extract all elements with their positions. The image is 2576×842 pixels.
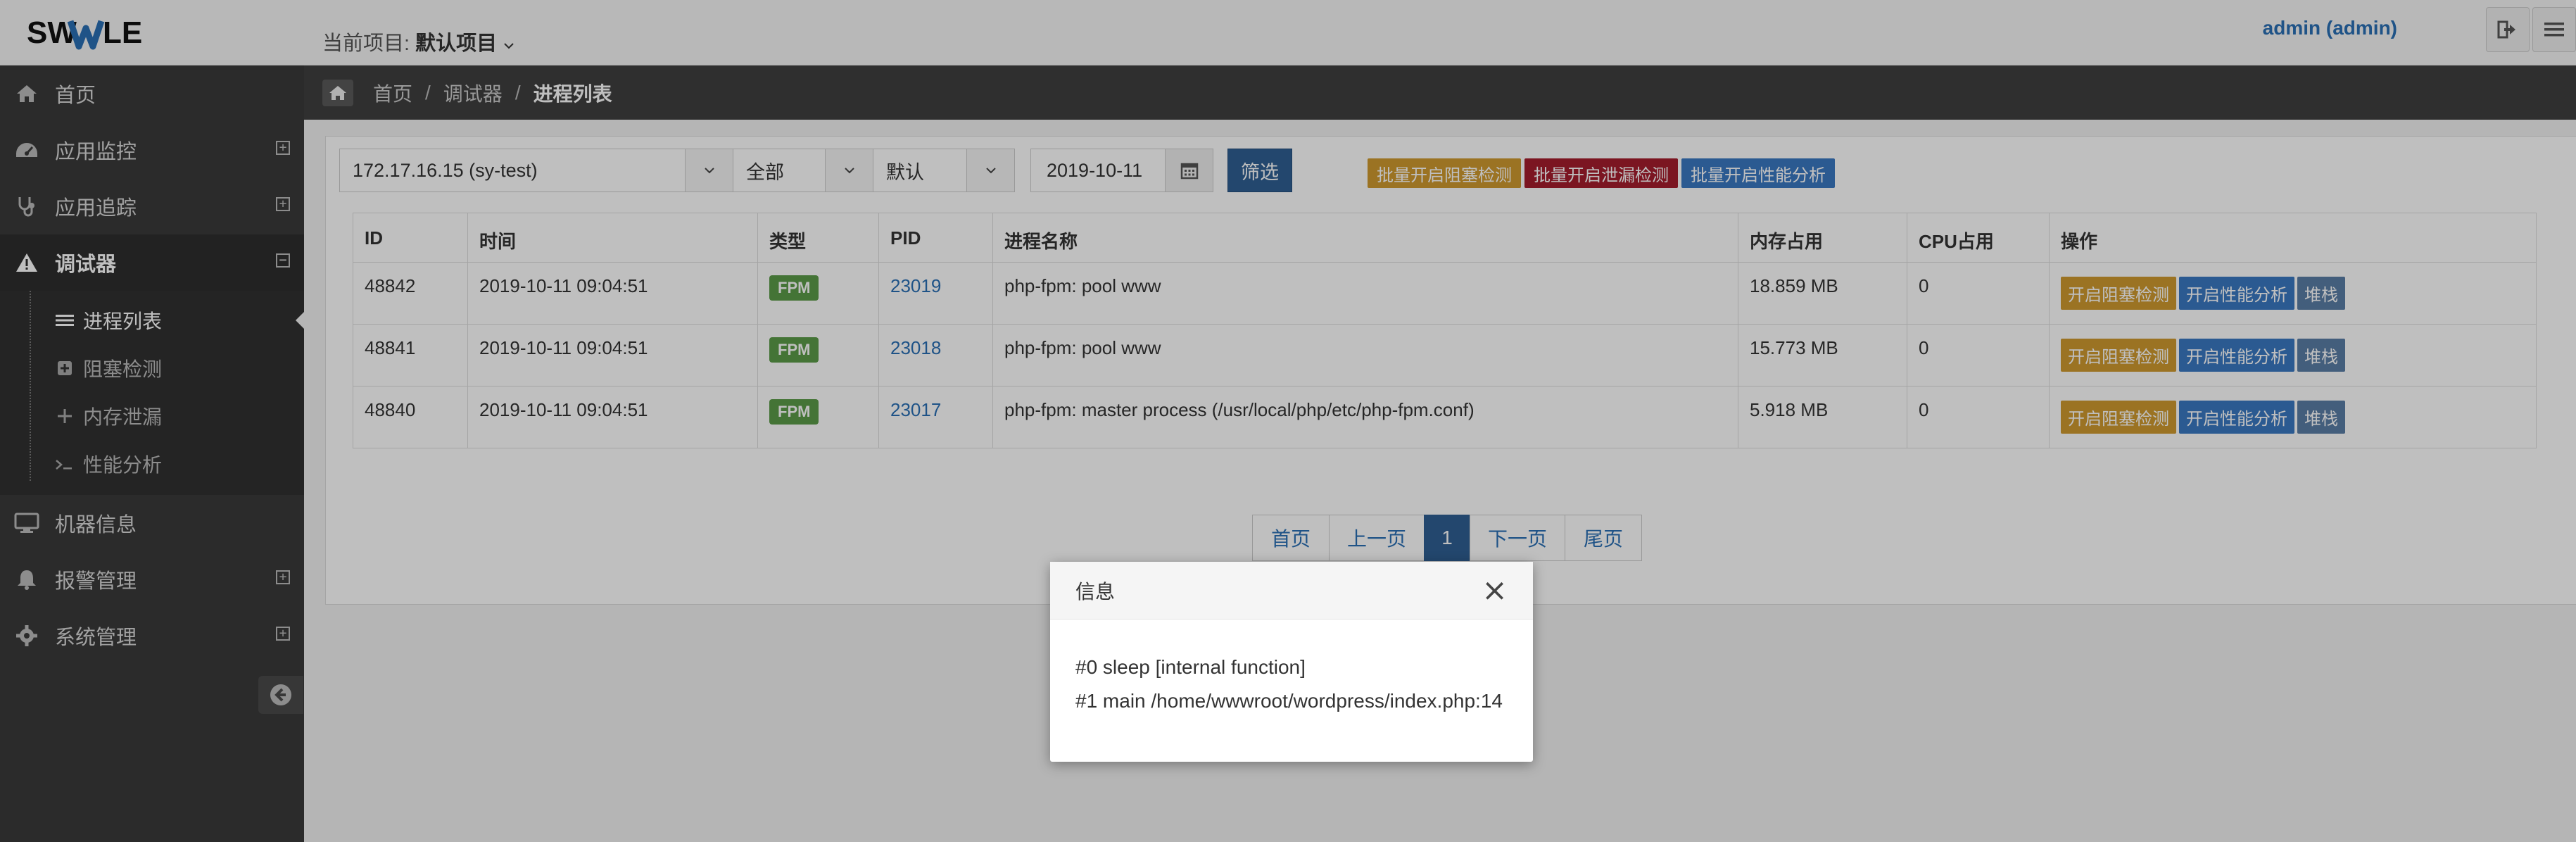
info-modal: 信息 × #0 sleep [internal function] #1 mai… — [1050, 562, 1533, 762]
stack-line: #0 sleep [internal function] — [1075, 656, 1306, 678]
modal-body: #0 sleep [internal function] #1 main /ho… — [1050, 620, 1533, 718]
stack-line: #1 main /home/wwwroot/wordpress/index.ph… — [1075, 690, 1503, 712]
modal-title: 信息 — [1075, 580, 1116, 603]
modal-header: 信息 × — [1050, 562, 1533, 620]
close-icon[interactable]: × — [1482, 574, 1508, 606]
